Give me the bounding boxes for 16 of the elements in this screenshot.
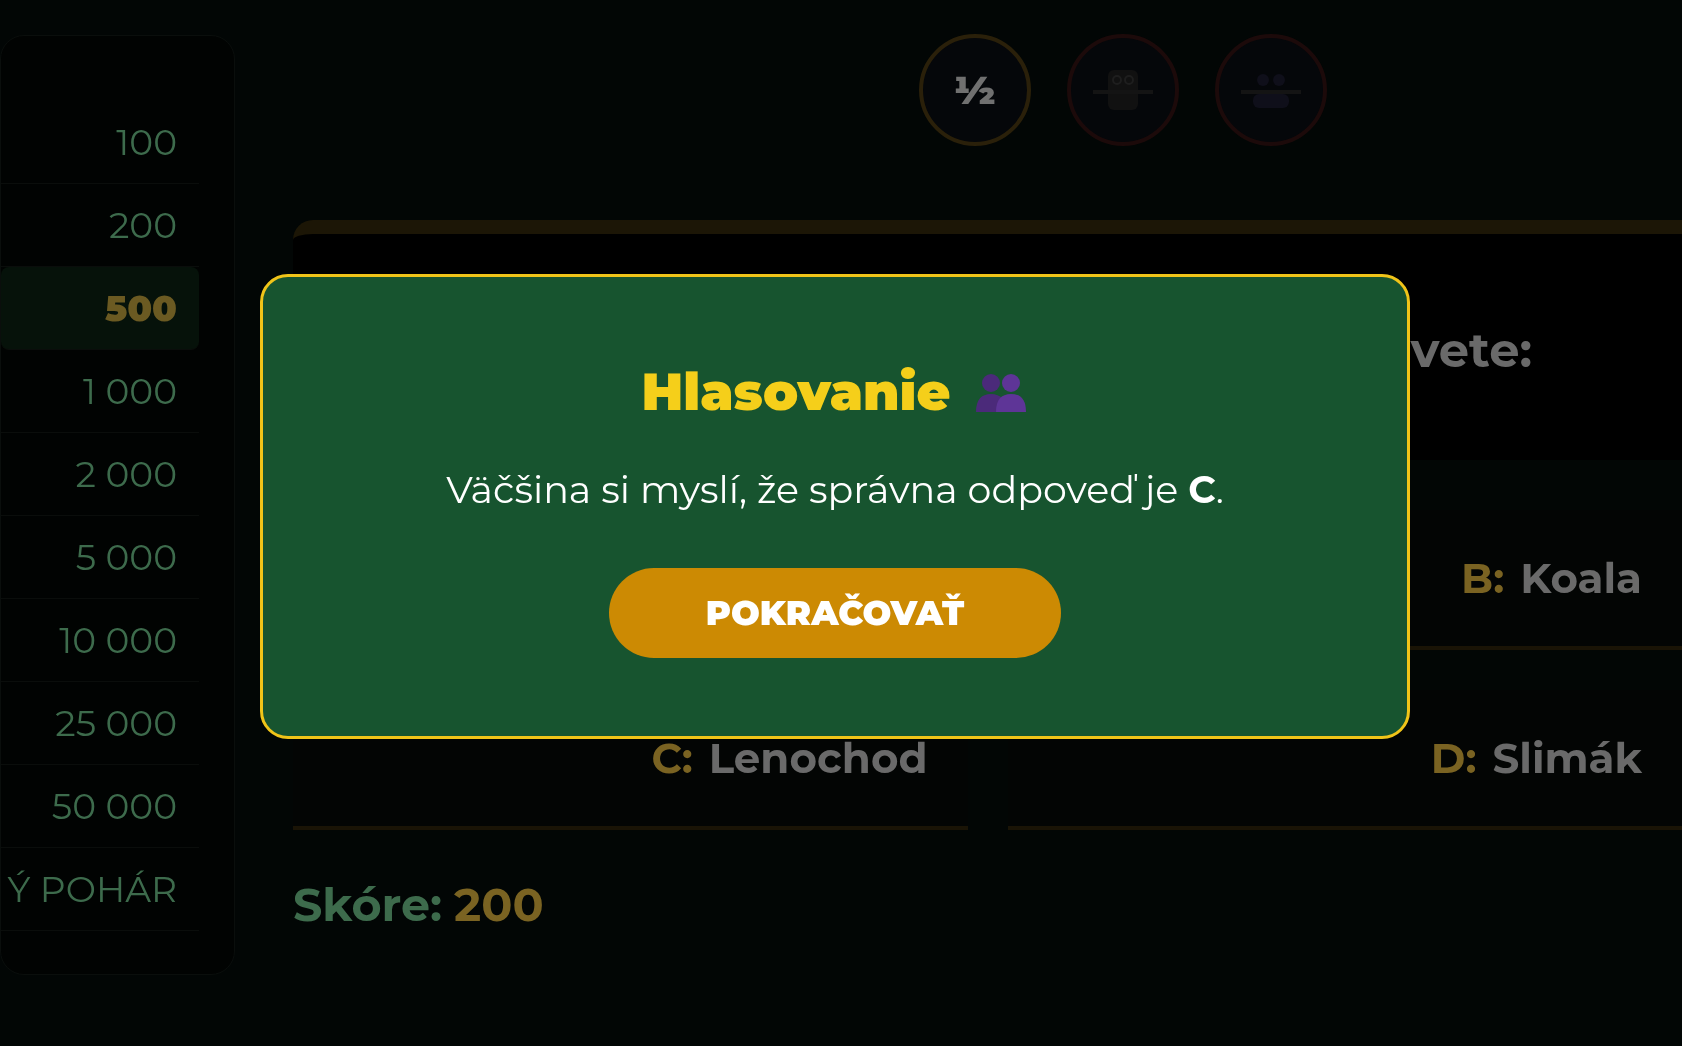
prize-row: 5 000 [1, 516, 199, 599]
dialog-title: Hlasovanie [641, 359, 951, 425]
prize-row: 100 [1, 101, 199, 184]
score-label: Skóre: [293, 876, 443, 933]
question-text: vete: [1410, 320, 1532, 381]
score-value: 200 [454, 876, 544, 933]
prize-row: Ý POHÁR [1, 848, 199, 931]
prize-row: 10 000 [1, 599, 199, 682]
prize-row: 50 000 [1, 765, 199, 848]
prize-row: 2 000 [1, 433, 199, 516]
dialog-message: Väčšina si myslí, že správna odpoveď je C. [446, 465, 1224, 515]
prize-row: 25 000 [1, 682, 199, 765]
continue-button[interactable]: POKRAČOVAŤ [609, 568, 1061, 658]
prize-row: 1 000 [1, 350, 199, 433]
prize-row: 500 [1, 267, 199, 350]
lifeline-button[interactable]: ½ [918, 34, 1031, 146]
